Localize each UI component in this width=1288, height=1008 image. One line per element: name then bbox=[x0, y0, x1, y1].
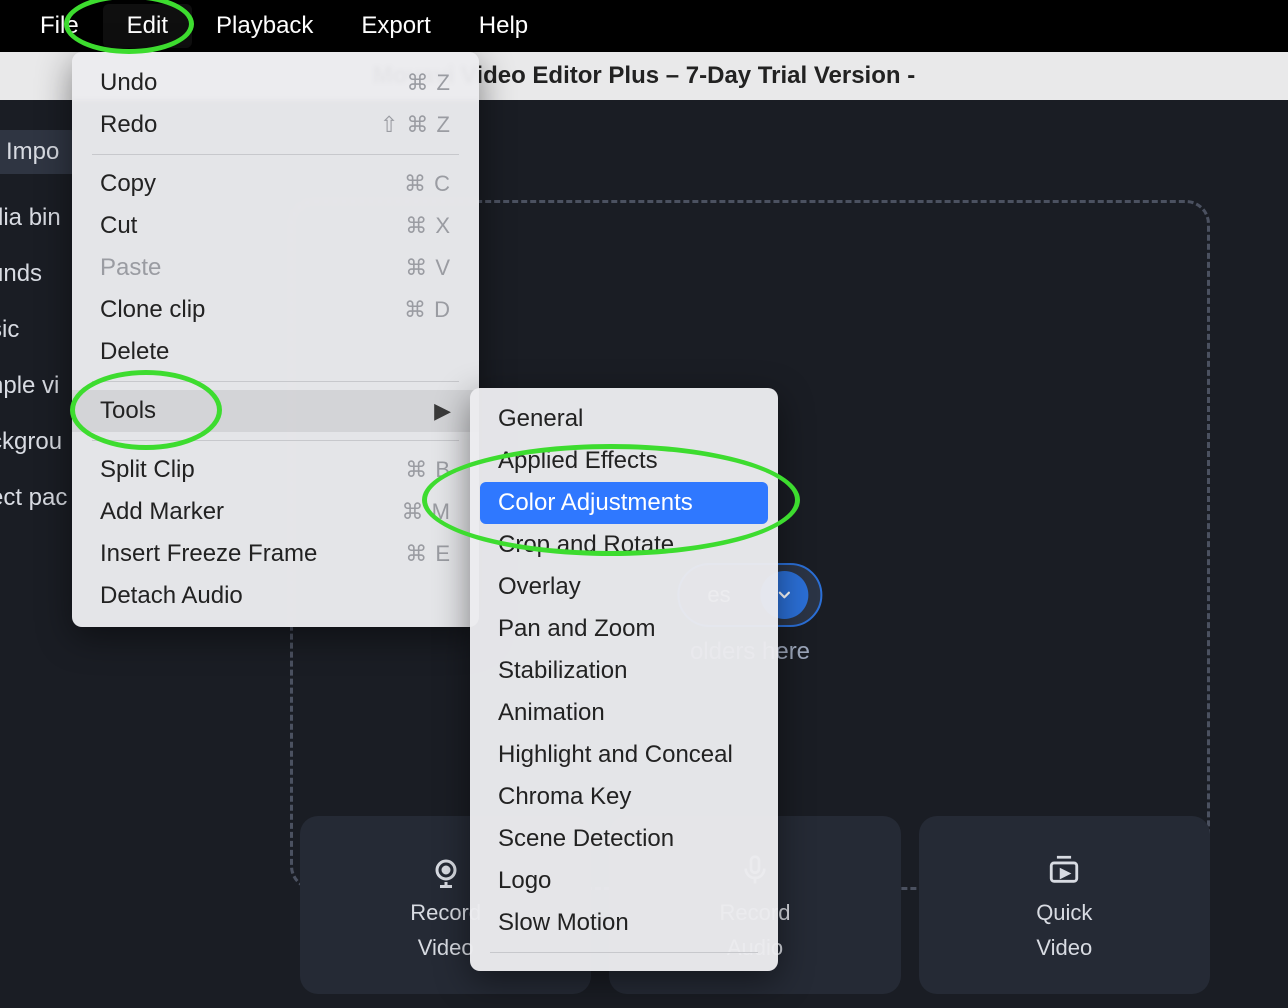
menu-playback[interactable]: Playback bbox=[192, 4, 337, 48]
submenu-item-logo[interactable]: Logo bbox=[470, 860, 778, 902]
submenu-item-color-adjustments[interactable]: Color Adjustments bbox=[480, 482, 768, 524]
menu-item-split-clip[interactable]: Split Clip ⌘ B bbox=[72, 449, 479, 491]
menu-shortcut: ⇧ ⌘ Z bbox=[380, 112, 451, 138]
submenu-item-crop-rotate[interactable]: Crop and Rotate bbox=[470, 524, 778, 566]
menu-separator bbox=[92, 381, 459, 382]
menu-item-cut[interactable]: Cut ⌘ X bbox=[72, 205, 479, 247]
menu-shortcut: ⌘ B bbox=[405, 457, 451, 483]
menu-item-label: Add Marker bbox=[100, 498, 224, 526]
menu-shortcut: ⌘ X bbox=[405, 213, 451, 239]
submenu-item-pan-zoom[interactable]: Pan and Zoom bbox=[470, 608, 778, 650]
menu-item-clone-clip[interactable]: Clone clip ⌘ D bbox=[72, 289, 479, 331]
menu-item-label: Paste bbox=[100, 254, 161, 282]
menu-item-paste: Paste ⌘ V bbox=[72, 247, 479, 289]
submenu-item-overlay[interactable]: Overlay bbox=[470, 566, 778, 608]
menu-item-label: Cut bbox=[100, 212, 137, 240]
menu-item-label: Delete bbox=[100, 338, 169, 366]
menu-item-label: Split Clip bbox=[100, 456, 195, 484]
sidebar-item[interactable]: nple vi bbox=[0, 358, 67, 414]
menu-export[interactable]: Export bbox=[337, 4, 454, 48]
action-label: Video bbox=[418, 935, 474, 960]
menu-help[interactable]: Help bbox=[455, 4, 552, 48]
sidebar-item[interactable]: unds bbox=[0, 246, 67, 302]
menu-shortcut: ⌘ V bbox=[405, 255, 451, 281]
quick-video-button[interactable]: Quick Video bbox=[919, 816, 1210, 994]
sidebar-item[interactable]: ckgrou bbox=[0, 414, 67, 470]
menu-separator bbox=[92, 440, 459, 441]
menu-item-tools[interactable]: Tools ▶ bbox=[72, 390, 479, 432]
edit-menu-panel: Undo ⌘ Z Redo ⇧ ⌘ Z Copy ⌘ C Cut ⌘ X Pas… bbox=[72, 52, 479, 627]
menu-shortcut: ⌘ Z bbox=[406, 70, 451, 96]
menu-item-label: Redo bbox=[100, 111, 157, 139]
quick-video-icon bbox=[1047, 850, 1081, 890]
chevron-down-icon bbox=[776, 586, 794, 604]
sidebar-item[interactable]: sic bbox=[0, 302, 67, 358]
submenu-item-chroma-key[interactable]: Chroma Key bbox=[470, 776, 778, 818]
menu-separator bbox=[490, 952, 758, 953]
menu-item-redo[interactable]: Redo ⇧ ⌘ Z bbox=[72, 104, 479, 146]
sidebar-item[interactable]: dia bin bbox=[0, 190, 67, 246]
menu-separator bbox=[92, 154, 459, 155]
sidebar-tab-import[interactable]: Impo bbox=[0, 130, 75, 174]
submenu-item-stabilization[interactable]: Stabilization bbox=[470, 650, 778, 692]
action-label: Video bbox=[1036, 935, 1092, 960]
menu-edit[interactable]: Edit bbox=[103, 4, 192, 48]
menu-shortcut: ⌘ M bbox=[402, 499, 451, 525]
menu-item-add-marker[interactable]: Add Marker ⌘ M bbox=[72, 491, 479, 533]
sidebar-item[interactable]: ect pac bbox=[0, 470, 67, 526]
menu-item-label: Copy bbox=[100, 170, 156, 198]
menu-item-label: Insert Freeze Frame bbox=[100, 540, 317, 568]
menu-shortcut: ⌘ E bbox=[405, 541, 451, 567]
menu-item-label: Tools bbox=[100, 397, 156, 425]
menu-item-undo[interactable]: Undo ⌘ Z bbox=[72, 62, 479, 104]
menu-file[interactable]: File bbox=[16, 4, 103, 48]
menu-item-label: Detach Audio bbox=[100, 582, 243, 610]
tools-submenu-panel: General Applied Effects Color Adjustment… bbox=[470, 388, 778, 971]
menu-shortcut: ⌘ C bbox=[404, 171, 451, 197]
menu-item-label: Undo bbox=[100, 69, 157, 97]
submenu-item-general[interactable]: General bbox=[470, 398, 778, 440]
submenu-item-slow-motion[interactable]: Slow Motion bbox=[470, 902, 778, 944]
submenu-item-highlight-conceal[interactable]: Highlight and Conceal bbox=[470, 734, 778, 776]
action-label: Quick bbox=[1036, 900, 1092, 925]
menu-item-delete[interactable]: Delete bbox=[72, 331, 479, 373]
menu-item-copy[interactable]: Copy ⌘ C bbox=[72, 163, 479, 205]
menu-shortcut: ⌘ D bbox=[404, 297, 451, 323]
chevron-right-icon: ▶ bbox=[434, 398, 451, 424]
submenu-item-scene-detection[interactable]: Scene Detection bbox=[470, 818, 778, 860]
os-menubar: File Edit Playback Export Help bbox=[0, 0, 1288, 52]
submenu-item-applied-effects[interactable]: Applied Effects bbox=[470, 440, 778, 482]
menu-item-insert-freeze-frame[interactable]: Insert Freeze Frame ⌘ E bbox=[72, 533, 479, 575]
menu-item-detach-audio[interactable]: Detach Audio bbox=[72, 575, 479, 617]
camera-icon bbox=[428, 850, 464, 890]
submenu-item-animation[interactable]: Animation bbox=[470, 692, 778, 734]
menu-item-label: Clone clip bbox=[100, 296, 205, 324]
